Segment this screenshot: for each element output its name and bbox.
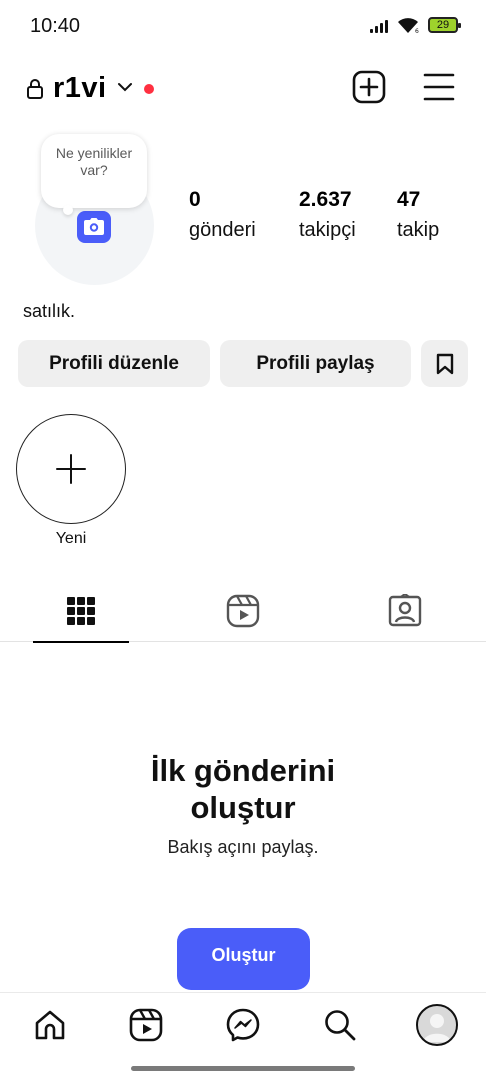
notification-dot (144, 84, 154, 94)
nav-home[interactable] (26, 1001, 74, 1049)
lock-icon (27, 79, 43, 99)
username[interactable]: r1vi (53, 72, 107, 105)
reels-icon (129, 1008, 163, 1042)
stat-followers[interactable]: 2.637 takipçi (299, 187, 356, 243)
tab-reels[interactable] (195, 580, 291, 642)
bookmark-icon (436, 353, 453, 374)
nav-messenger[interactable] (219, 1001, 267, 1049)
profile-screen: 10:40 6 29 r1vi Ne yenilikler var? 0 gön… (0, 0, 486, 1080)
search-icon (325, 1010, 356, 1041)
chevron-down-icon[interactable] (117, 81, 133, 93)
new-highlight-button[interactable] (16, 414, 126, 524)
stat-label: takip (397, 219, 440, 241)
status-time: 10:40 (30, 15, 81, 37)
note-text: Ne yenilikler var? (55, 145, 133, 178)
plus-icon (56, 454, 86, 484)
stat-value: 2.637 (299, 188, 352, 211)
tab-posts[interactable] (33, 580, 129, 643)
share-profile-button[interactable]: Profili paylaş (220, 340, 411, 387)
empty-state-title: İlk gönderini oluştur (0, 752, 486, 826)
create-post-button[interactable]: Oluştur (177, 928, 310, 990)
empty-title-line1: İlk gönderini (150, 753, 336, 788)
stat-posts[interactable]: 0 gönderi (189, 187, 256, 243)
reels-icon (226, 594, 260, 628)
camera-icon[interactable] (77, 211, 111, 243)
stat-value: 47 (397, 188, 421, 211)
profile-header: r1vi (0, 64, 486, 114)
profile-tabs (0, 580, 486, 643)
nav-reels[interactable] (122, 1001, 170, 1049)
battery-level: 29 (436, 19, 450, 31)
home-indicator[interactable] (131, 1066, 355, 1071)
nav-search[interactable] (316, 1001, 364, 1049)
bio-text: satılık. (23, 301, 76, 321)
menu-icon[interactable] (423, 72, 455, 102)
profile-avatar-icon (416, 1004, 458, 1046)
wifi-icon: 6 (398, 18, 419, 34)
stat-label: takipçi (299, 219, 356, 241)
signal-icon (370, 17, 388, 33)
messenger-icon (226, 1008, 260, 1042)
status-icons: 6 29 (370, 16, 461, 34)
battery-icon: 29 (428, 17, 461, 33)
status-bar: 10:40 6 29 (0, 0, 486, 52)
note-bubble[interactable]: Ne yenilikler var? (41, 134, 147, 215)
svg-text:6: 6 (415, 28, 419, 34)
stat-following[interactable]: 47 takip (397, 187, 439, 243)
stat-value: 0 (189, 188, 201, 211)
tab-tagged[interactable] (357, 580, 453, 642)
add-post-icon[interactable] (352, 70, 386, 104)
saved-button[interactable] (421, 340, 468, 387)
new-highlight-label: Yeni (55, 530, 87, 547)
tagged-icon (388, 594, 422, 627)
grid-icon (67, 596, 95, 625)
empty-title-line2: oluştur (190, 790, 296, 825)
empty-state-subtitle: Bakış açını paylaş. (167, 837, 319, 857)
nav-profile[interactable] (413, 1001, 461, 1049)
stat-label: gönderi (189, 219, 256, 241)
edit-profile-button[interactable]: Profili düzenle (18, 340, 210, 387)
home-icon (35, 1010, 65, 1040)
